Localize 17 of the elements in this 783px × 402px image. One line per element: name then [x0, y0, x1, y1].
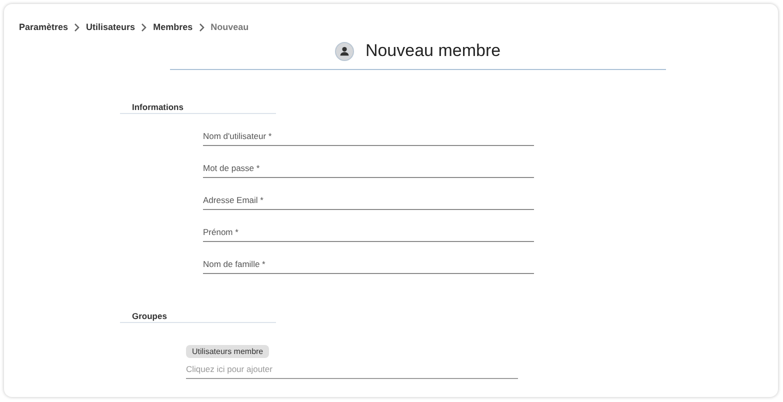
- user-icon: [335, 42, 354, 60]
- input-field[interactable]: Adresse Email *: [203, 178, 534, 210]
- breadcrumb-link[interactable]: Membres: [153, 22, 193, 32]
- page-title: Nouveau membre: [365, 41, 501, 61]
- breadcrumb-link[interactable]: Nouveau: [210, 22, 249, 32]
- group-chip[interactable]: Utilisateurs membre: [186, 345, 270, 358]
- input-field[interactable]: Nom d'utilisateur *: [203, 114, 534, 146]
- breadcrumb-link[interactable]: Utilisateurs: [86, 22, 136, 32]
- input-field[interactable]: Nom de famille *: [203, 242, 534, 274]
- chevron-right-icon: [198, 22, 205, 32]
- section-heading: Groupes: [132, 311, 167, 321]
- input-field[interactable]: Mot de passe *: [203, 146, 534, 178]
- chevron-right-icon: [74, 22, 80, 32]
- section-heading: Informations: [132, 102, 184, 112]
- input-field[interactable]: Prénom *: [203, 210, 534, 242]
- chevron-right-icon: [141, 22, 148, 32]
- breadcrumb-link[interactable]: Paramètres: [19, 22, 68, 32]
